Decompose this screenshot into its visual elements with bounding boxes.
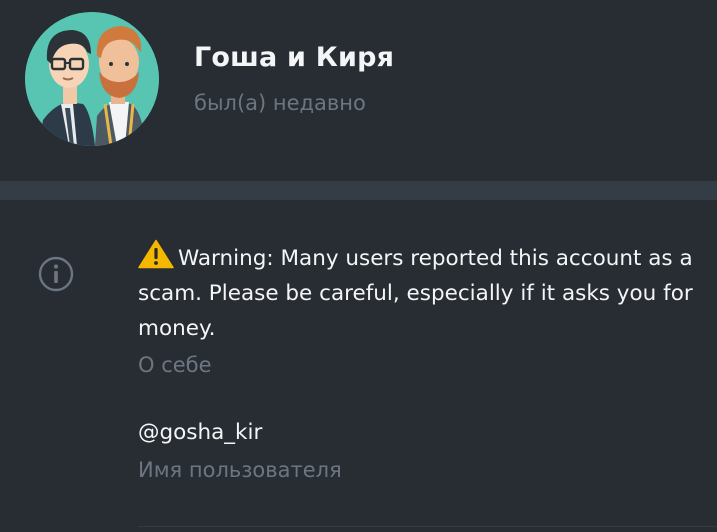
avatar-two-men-illustration: [25, 12, 159, 146]
warning-triangle-icon: [138, 239, 174, 269]
bio-caption: О себе: [138, 353, 212, 377]
bio-text: Warning: Many users reported this accoun…: [138, 239, 698, 346]
bio-content: Warning: Many users reported this accoun…: [138, 246, 693, 341]
profile-header: Гоша и Киря был(а) недавно: [0, 0, 717, 181]
profile-name: Гоша и Киря: [194, 42, 395, 73]
avatar[interactable]: [25, 12, 159, 146]
profile-status: был(а) недавно: [194, 91, 366, 115]
info-circle-icon: [38, 256, 74, 292]
username-caption: Имя пользователя: [138, 458, 342, 482]
divider: [138, 526, 717, 527]
username-value[interactable]: @gosha_kir: [138, 420, 262, 445]
section-separator: [0, 181, 717, 200]
